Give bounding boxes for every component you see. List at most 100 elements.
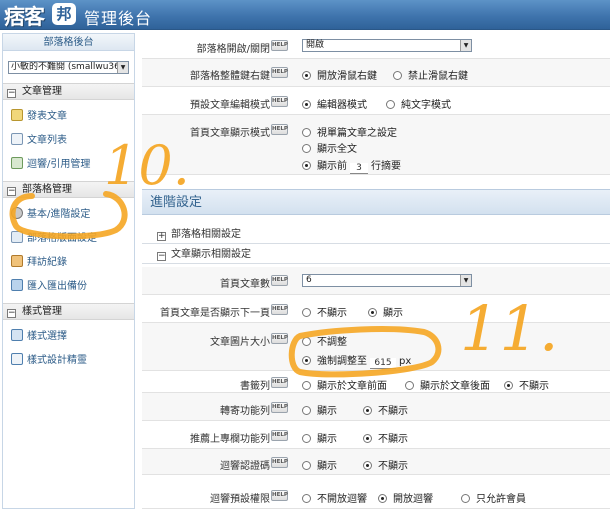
collapse-icon[interactable]: − xyxy=(7,89,16,98)
radio-label: 只允許會員 xyxy=(476,494,526,505)
radio-icon[interactable] xyxy=(405,381,414,390)
help-button[interactable]: HELP xyxy=(271,333,288,344)
sidebar-section-articles[interactable]: − 文章管理 xyxy=(3,83,134,100)
help-button[interactable]: HELP xyxy=(271,304,288,315)
radio-plain-text-mode[interactable]: 純文字模式 xyxy=(386,96,451,111)
sidebar-item-layout[interactable]: 部落格版面設定 xyxy=(11,231,97,247)
radio-label: 不開放迴響 xyxy=(317,494,367,505)
radio-bookmark-before[interactable]: 顯示於文章前面 xyxy=(302,377,387,392)
sidebar-item-post-list[interactable]: 文章列表 xyxy=(11,133,67,149)
radio-allow-right-click[interactable]: 開放滑鼠右鍵 xyxy=(302,67,377,82)
radio-recommend-show[interactable]: 顯示 xyxy=(302,430,337,445)
sidebar-item-basic-settings[interactable]: 基本/進階設定 xyxy=(11,207,90,223)
sidebar-section-styles[interactable]: − 樣式管理 xyxy=(3,303,134,320)
radio-comment-closed[interactable]: 不開放迴響 xyxy=(302,490,367,505)
radio-icon[interactable] xyxy=(302,337,311,346)
logo[interactable]: 痞客 xyxy=(4,1,45,31)
help-button[interactable]: HELP xyxy=(271,67,288,78)
sidebar-item-comments[interactable]: 迴響/引用管理 xyxy=(11,157,90,173)
radio-icon[interactable] xyxy=(302,308,311,317)
category-label: 文章顯示相關設定 xyxy=(171,249,251,260)
radio-icon[interactable] xyxy=(461,494,470,503)
help-button[interactable]: HELP xyxy=(271,490,288,501)
sidebar-item-style-select[interactable]: 樣式選擇 xyxy=(11,329,67,345)
radio-icon[interactable] xyxy=(504,381,513,390)
radio-icon[interactable] xyxy=(302,128,311,137)
sidebar-item-label: 文章列表 xyxy=(27,135,67,146)
radio-icon[interactable] xyxy=(302,434,311,443)
help-button[interactable]: HELP xyxy=(271,457,288,468)
radio-icon[interactable] xyxy=(386,100,395,109)
radio-image-no-resize[interactable]: 不調整 xyxy=(302,333,347,348)
radio-label: 顯示於文章後面 xyxy=(420,381,490,392)
help-button[interactable]: HELP xyxy=(271,430,288,441)
radio-bookmark-after[interactable]: 顯示於文章後面 xyxy=(405,377,490,392)
radio-captcha-show[interactable]: 顯示 xyxy=(302,457,337,472)
help-button[interactable]: HELP xyxy=(271,96,288,107)
radio-per-post[interactable]: 視單篇文章之設定 xyxy=(302,124,397,139)
radio-icon[interactable] xyxy=(363,406,372,415)
chevron-down-icon[interactable]: ▼ xyxy=(460,40,471,51)
radio-icon[interactable] xyxy=(378,494,387,503)
radio-icon[interactable] xyxy=(368,308,377,317)
radio-icon[interactable] xyxy=(302,381,311,390)
chevron-down-icon[interactable]: ▼ xyxy=(460,275,471,286)
sidebar-item-style-wizard[interactable]: 樣式設計精靈 xyxy=(11,353,87,369)
image-size-unit: px xyxy=(399,356,412,367)
radio-icon[interactable] xyxy=(302,161,311,170)
select-value: 開啟 xyxy=(306,40,325,50)
radio-icon[interactable] xyxy=(302,406,311,415)
radio-forward-hide[interactable]: 不顯示 xyxy=(363,402,408,417)
help-button[interactable]: HELP xyxy=(271,402,288,413)
expand-icon[interactable]: + xyxy=(157,232,166,241)
radio-editor-mode[interactable]: 編輯器模式 xyxy=(302,96,367,111)
radio-next-page-show[interactable]: 顯示 xyxy=(368,304,403,319)
summary-lines-input[interactable]: 3 xyxy=(350,163,368,174)
radio-recommend-hide[interactable]: 不顯示 xyxy=(363,430,408,445)
radio-captcha-hide[interactable]: 不顯示 xyxy=(363,457,408,472)
radio-show-first[interactable]: 顯示前 3 行摘要 xyxy=(302,157,401,174)
sidebar-item-backup[interactable]: 匯入匯出備份 xyxy=(11,279,87,295)
radio-icon[interactable] xyxy=(363,434,372,443)
radio-icon[interactable] xyxy=(302,71,311,80)
radio-comment-open[interactable]: 開放迴響 xyxy=(378,490,433,505)
radio-block-right-click[interactable]: 禁止滑鼠右鍵 xyxy=(393,67,468,82)
summary-lines-suffix: 行摘要 xyxy=(371,161,401,172)
chevron-down-icon[interactable]: ▼ xyxy=(117,62,128,73)
sidebar-section-blog[interactable]: − 部落格管理 xyxy=(3,181,134,198)
category-label: 部落格相關設定 xyxy=(171,229,241,240)
setting-row-home-post-count: 首頁文章數 HELP 6 ▼ xyxy=(142,267,610,295)
radio-comment-members[interactable]: 只允許會員 xyxy=(461,490,526,505)
category-article-display[interactable]: − 文章顯示相關設定 xyxy=(142,247,610,264)
sidebar-item-label: 發表文章 xyxy=(27,111,67,122)
radio-icon[interactable] xyxy=(302,100,311,109)
radio-full-text[interactable]: 顯示全文 xyxy=(302,140,357,155)
collapse-icon[interactable]: − xyxy=(7,187,16,196)
blog-open-select[interactable]: 開啟 ▼ xyxy=(302,39,472,52)
collapse-icon[interactable]: − xyxy=(7,309,16,318)
radio-bookmark-hide[interactable]: 不顯示 xyxy=(504,377,549,392)
radio-icon[interactable] xyxy=(302,144,311,153)
image-size-input[interactable]: 615 xyxy=(370,358,396,369)
help-button[interactable]: HELP xyxy=(271,377,288,388)
radio-icon[interactable] xyxy=(302,356,311,365)
category-blog-settings[interactable]: + 部落格相關設定 xyxy=(142,227,610,244)
radio-image-force-resize[interactable]: 強制調整至 615 px xyxy=(302,352,411,369)
help-button[interactable]: HELP xyxy=(271,275,288,286)
logo-mark-icon[interactable]: 邦 xyxy=(52,3,76,25)
radio-icon[interactable] xyxy=(393,71,402,80)
help-button[interactable]: HELP xyxy=(271,40,288,51)
blog-select[interactable]: 小敏的不難開 (smallwu36) ▼ xyxy=(8,61,129,74)
setting-row-right-click: 部落格整體鍵右鍵 HELP 開放滑鼠右鍵 禁止滑鼠右鍵 xyxy=(142,59,610,87)
radio-next-page-hide[interactable]: 不顯示 xyxy=(302,304,347,319)
help-button[interactable]: HELP xyxy=(271,124,288,135)
sidebar-item-new-post[interactable]: 發表文章 xyxy=(11,109,67,125)
radio-icon[interactable] xyxy=(302,461,311,470)
collapse-icon[interactable]: − xyxy=(157,252,166,261)
home-post-count-select[interactable]: 6 ▼ xyxy=(302,274,472,287)
backup-icon xyxy=(11,279,23,291)
sidebar-item-visits[interactable]: 拜訪紀錄 xyxy=(11,255,67,271)
radio-icon[interactable] xyxy=(302,494,311,503)
radio-icon[interactable] xyxy=(363,461,372,470)
radio-forward-show[interactable]: 顯示 xyxy=(302,402,337,417)
